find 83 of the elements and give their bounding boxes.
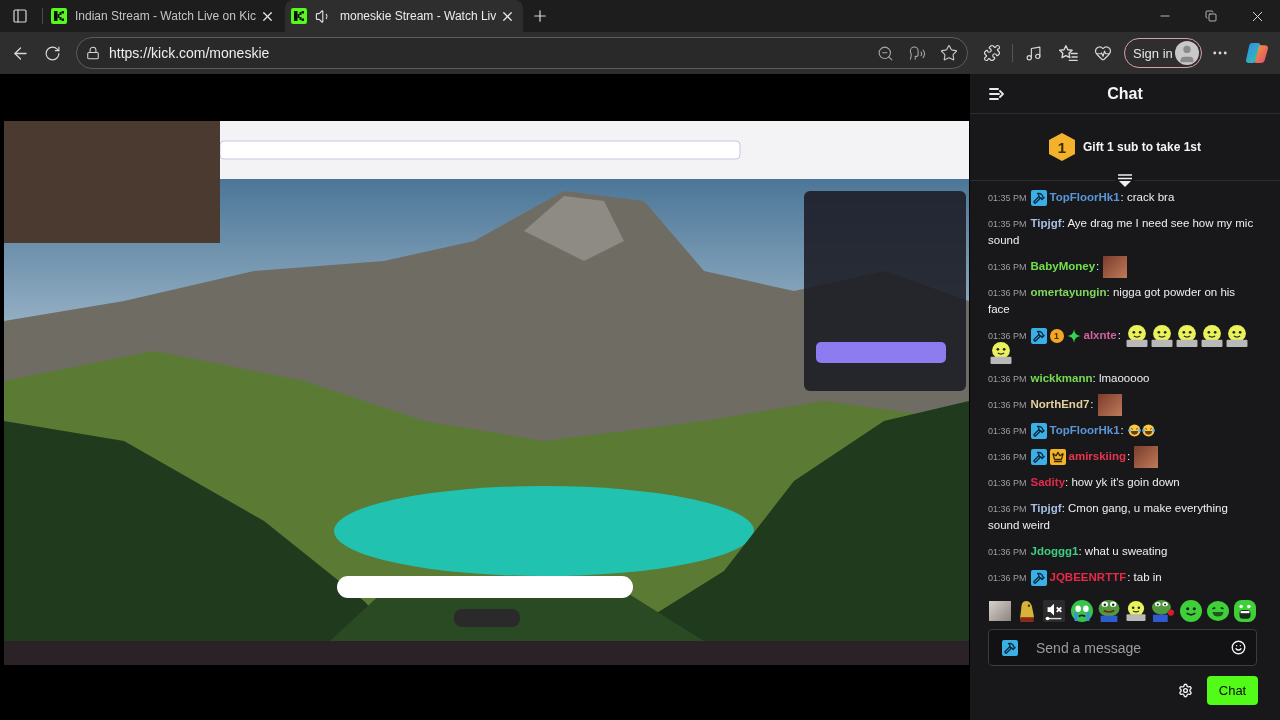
- hammer-icon: [1030, 448, 1047, 465]
- chat-message: 01:36 PM Sadity: how yk it's goin down: [988, 475, 1181, 490]
- site-logo-icon: [291, 8, 307, 24]
- message-text: : crack bra: [1120, 191, 1175, 203]
- laughing-face-icon: [1127, 424, 1141, 438]
- message-text: :: [1127, 450, 1131, 462]
- site-logo-icon: [51, 8, 67, 24]
- speech-icon[interactable]: [908, 44, 926, 62]
- message-text: :: [1117, 329, 1121, 341]
- hammer-icon: [1030, 569, 1047, 586]
- pinned-message: Gift 1 sub to take 1st: [1083, 140, 1201, 154]
- app-logo-icon[interactable]: [1246, 42, 1268, 64]
- hammer-icon: [1030, 327, 1047, 344]
- message-time: 01:36 PM: [988, 452, 1027, 462]
- crying-face-icon[interactable]: [1070, 600, 1093, 622]
- smiley-laptop-icon: [1225, 324, 1249, 347]
- screaming-face-icon[interactable]: [1233, 600, 1256, 622]
- message-text: :: [1096, 260, 1100, 272]
- lock-icon: [86, 46, 100, 60]
- lines-arrow-icon[interactable]: [988, 86, 1004, 101]
- message-field[interactable]: Send a message: [988, 629, 1257, 666]
- smiley-laptop-icon[interactable]: [1125, 601, 1148, 621]
- chat-message: 01:36 PM omertayungin: nigga got powder on his face: [988, 285, 1237, 317]
- zoom-out-icon[interactable]: [876, 44, 894, 62]
- smiley-laptop-icon: [1200, 324, 1224, 347]
- message-text: :: [1090, 398, 1094, 410]
- refresh-icon[interactable]: [43, 44, 61, 62]
- sparkle-icon: [1066, 328, 1081, 343]
- rank-badge: 1: [1049, 133, 1075, 161]
- laughing-face-icon: [1141, 424, 1155, 438]
- muted-speaker-icon[interactable]: [1043, 600, 1066, 622]
- smiley-laptop-icon: [1175, 324, 1199, 347]
- message-time: 01:36 PM: [988, 426, 1027, 436]
- smiley-laptop-icon: [1125, 324, 1149, 347]
- smiley-laptop-icon: [1150, 324, 1174, 347]
- username[interactable]: alxnte: [1083, 329, 1117, 341]
- smiley-icon[interactable]: [1179, 600, 1202, 622]
- photo-placeholder: [1097, 393, 1122, 416]
- address-bar[interactable]: https://kick.com/moneskie: [76, 37, 968, 69]
- browser-tab[interactable]: Indian Stream - Watch Live on Kic: [45, 0, 283, 32]
- star-list-icon[interactable]: [1058, 43, 1078, 63]
- message-input[interactable]: Send a message: [1036, 637, 1216, 658]
- sidebar-icon[interactable]: [12, 8, 28, 24]
- chat-title: Chat: [1107, 84, 1143, 103]
- chat-message: 01:35 PM Tipjgf: Aye drag me I need see how my mic sound: [988, 216, 1255, 248]
- message-text: : tab in: [1127, 571, 1162, 583]
- frog-rose-icon[interactable]: [1152, 600, 1175, 622]
- message-time: 01:36 PM: [988, 400, 1027, 410]
- chat-button[interactable]: Chat: [1207, 676, 1258, 705]
- emoji-icon[interactable]: [1231, 640, 1246, 655]
- chat-message: 01:36 PM wickkmann: lmaooooo: [988, 371, 1151, 386]
- chat-message: 01:36 PM Jdoggg1: what u sweating: [988, 544, 1169, 559]
- frog-face-icon[interactable]: [1097, 600, 1120, 622]
- hammer-icon[interactable]: [1002, 639, 1018, 656]
- restore-icon[interactable]: [1205, 10, 1217, 22]
- message-time: 01:36 PM: [988, 262, 1027, 272]
- username[interactable]: TopFloorHk1: [1049, 191, 1120, 203]
- plus-icon[interactable]: [531, 7, 549, 25]
- photo-placeholder: [1103, 255, 1128, 278]
- grinning-face-icon[interactable]: [1206, 600, 1229, 622]
- browser-tab[interactable]: moneskie Stream - Watch Liv: [285, 0, 523, 32]
- crown-icon: [1049, 448, 1066, 465]
- username[interactable]: NorthEnd7: [1030, 398, 1090, 410]
- music-icon[interactable]: [1024, 44, 1042, 62]
- username[interactable]: BabyMoney: [1030, 260, 1096, 272]
- star-icon[interactable]: [940, 44, 958, 62]
- chat-message: 01:36 PM Tipjgf: Cmon gang, u make everything sound weird: [988, 501, 1229, 533]
- username[interactable]: JQBEENRTTF: [1049, 571, 1127, 583]
- message-time: 01:35 PM: [988, 193, 1027, 203]
- puzzle-icon[interactable]: [983, 44, 1001, 62]
- smiley-laptop-icon: [989, 341, 1013, 364]
- heart-pulse-icon[interactable]: [1094, 44, 1112, 62]
- hammer-icon: [1030, 422, 1047, 439]
- message-text: :: [1120, 424, 1124, 436]
- message-time: 01:36 PM: [988, 573, 1027, 583]
- message-time: 01:36 PM: [988, 331, 1027, 341]
- username[interactable]: amirskiing: [1068, 450, 1127, 462]
- photo-placeholder: [1134, 445, 1159, 468]
- hammer-icon: [1030, 189, 1047, 206]
- avatar-icon: [1175, 41, 1199, 65]
- sub-badge: 1: [1049, 328, 1064, 343]
- username[interactable]: TopFloorHk1: [1049, 424, 1120, 436]
- settings-icon[interactable]: [1178, 683, 1193, 698]
